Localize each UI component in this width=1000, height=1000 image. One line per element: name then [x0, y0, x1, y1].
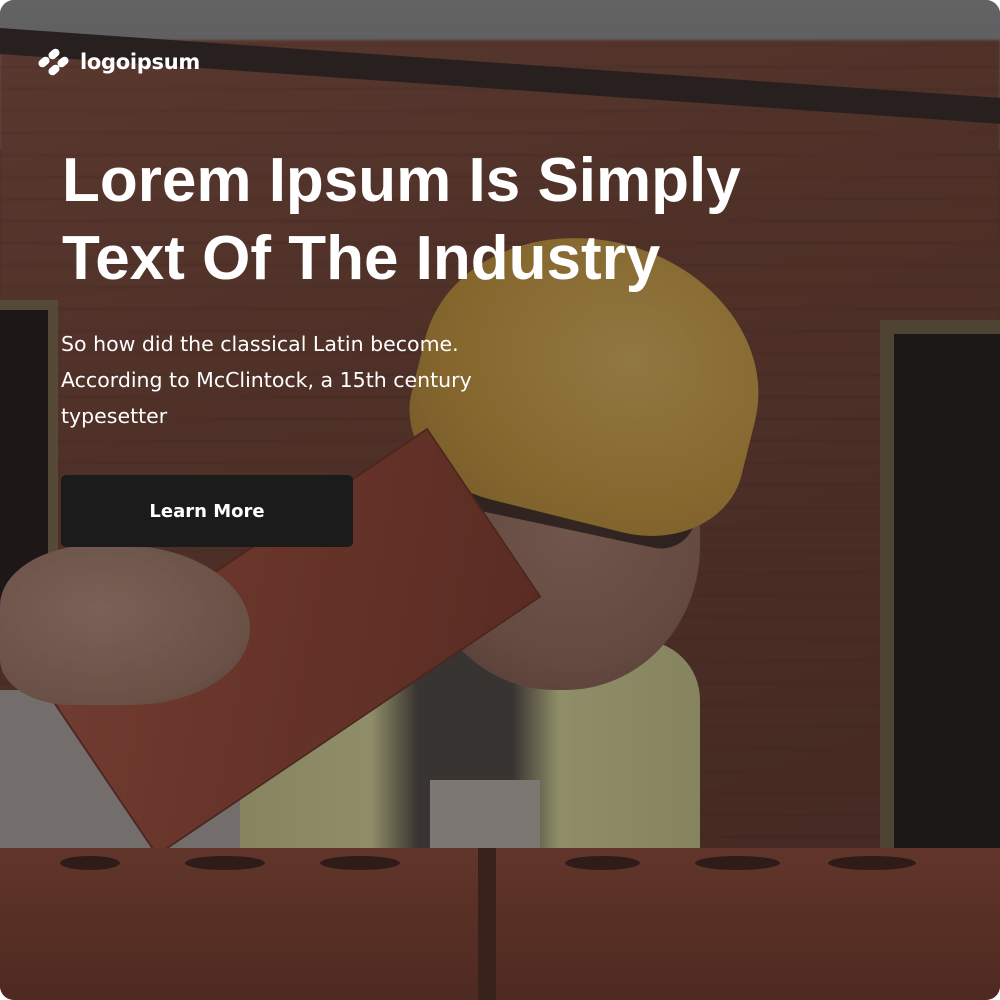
hero-description: So how did the classical Latin become. A…	[61, 326, 581, 434]
headline-line-2: Text Of The Industry	[62, 224, 661, 293]
description-line-2: According to McClintock, a 15th century	[61, 368, 472, 392]
logoipsum-mark-icon	[38, 48, 69, 76]
description-line-1: So how did the classical Latin become.	[61, 332, 459, 356]
hero-banner: logoipsum Lorem Ipsum Is Simply Text Of …	[0, 0, 1000, 1000]
hero-headline: Lorem Ipsum Is Simply Text Of The Indust…	[62, 142, 902, 298]
brand-logo[interactable]: logoipsum	[36, 46, 200, 78]
headline-line-1: Lorem Ipsum Is Simply	[62, 146, 741, 215]
learn-more-button[interactable]: Learn More	[61, 475, 353, 547]
description-line-3: typesetter	[61, 404, 168, 428]
brand-name: logoipsum	[80, 50, 200, 74]
